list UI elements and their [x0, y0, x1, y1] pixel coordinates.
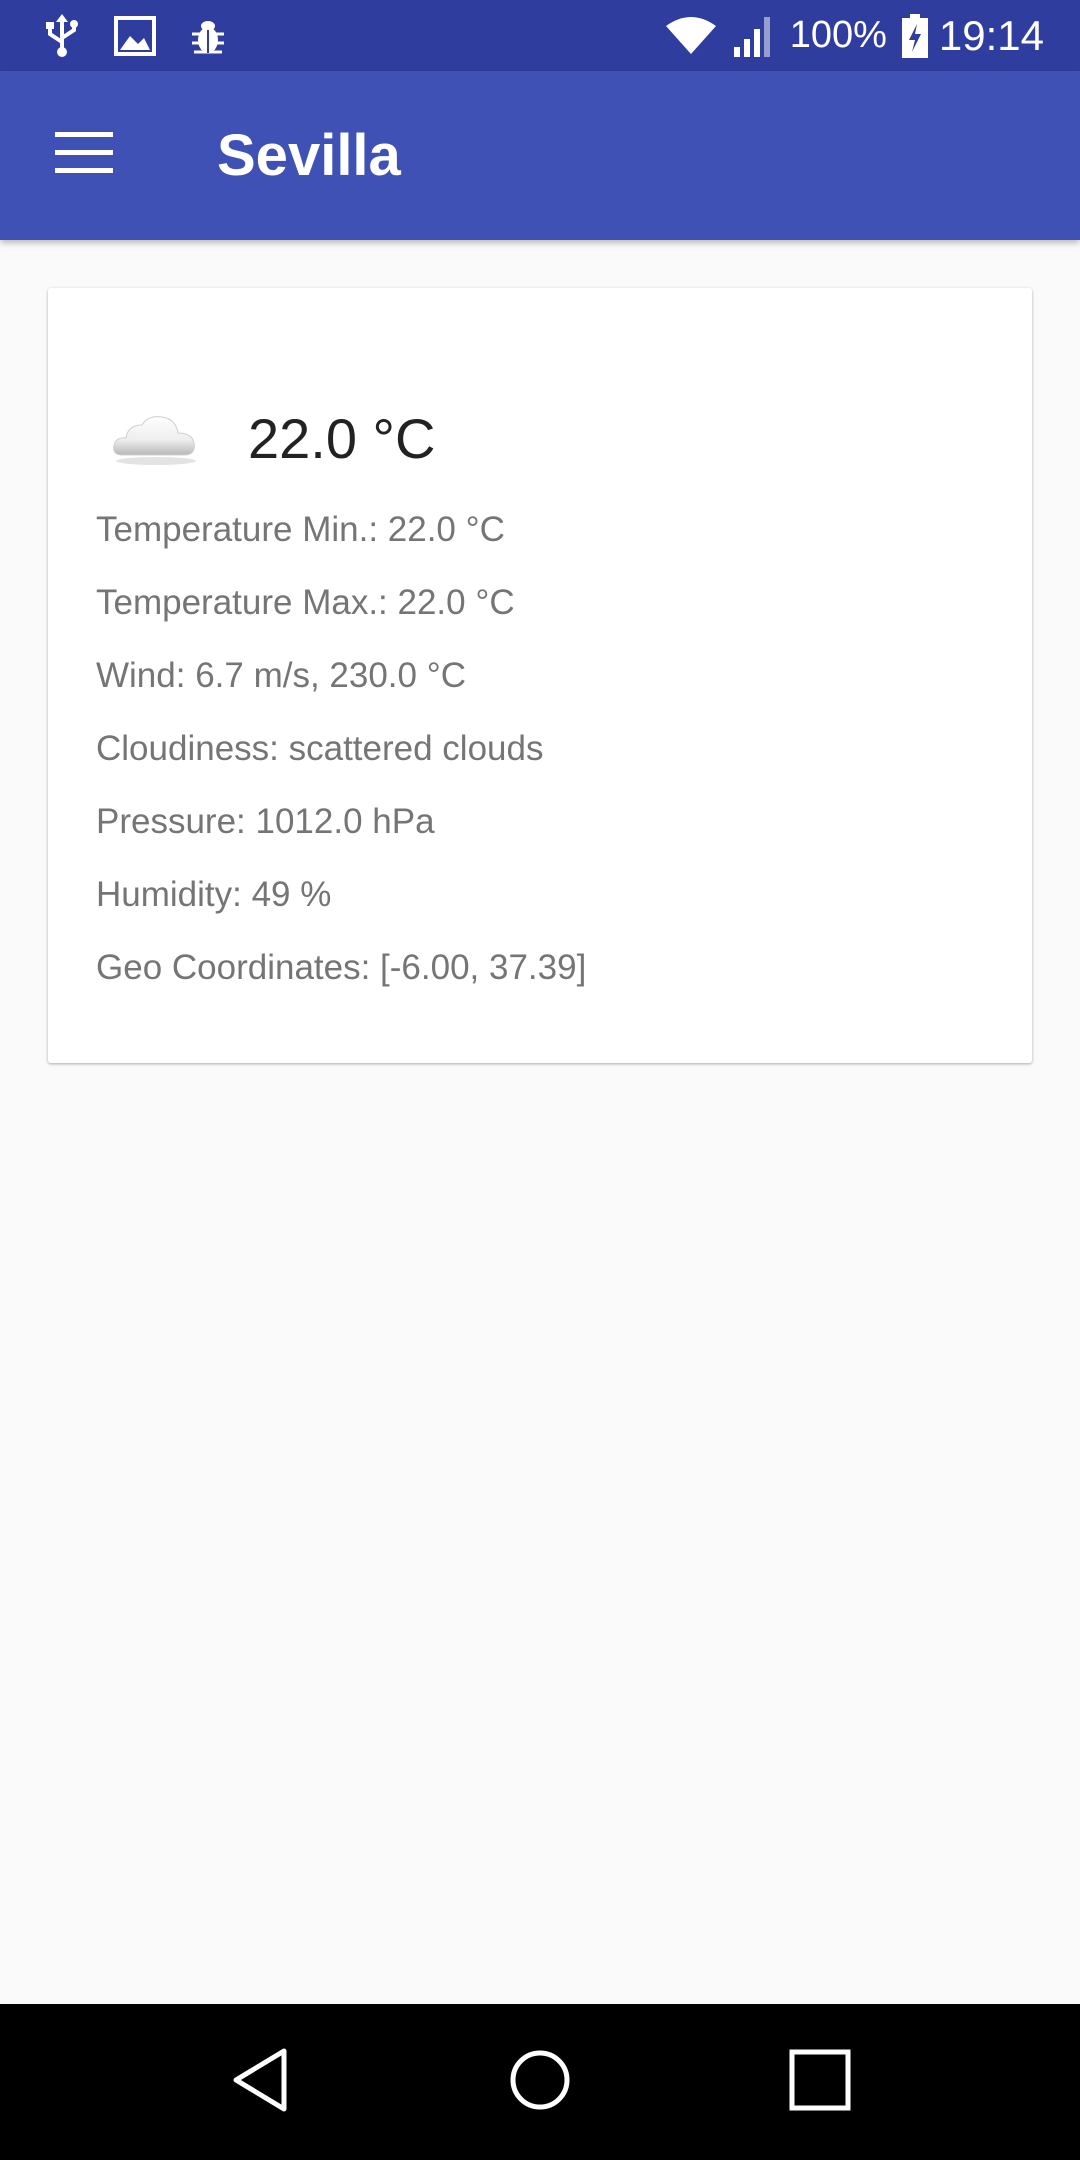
- weather-summary: 22.0 °C: [108, 378, 435, 498]
- home-icon: [508, 2048, 572, 2117]
- geo-coordinates: Geo Coordinates: [-6.00, 37.39]: [96, 948, 587, 987]
- page-title: Sevilla: [217, 123, 401, 188]
- wifi-icon: [664, 16, 718, 56]
- bug-icon: [190, 16, 226, 56]
- battery-charging-icon: [901, 13, 929, 58]
- humidity: Humidity: 49 %: [96, 875, 332, 914]
- clock: 19:14: [938, 11, 1044, 59]
- pressure: Pressure: 1012.0 hPa: [96, 802, 435, 841]
- status-system-icons: 100% 19:14: [650, 12, 1044, 60]
- current-temperature: 22.0 °C: [248, 406, 436, 470]
- usb-icon: [44, 13, 80, 58]
- cloud-icon: [108, 403, 204, 473]
- menu-button[interactable]: [0, 71, 170, 240]
- cloudiness: Cloudiness: scattered clouds: [96, 729, 544, 768]
- back-icon: [230, 2047, 290, 2118]
- temperature-min: Temperature Min.: 22.0 °C: [96, 510, 505, 549]
- recents-icon: [789, 2049, 851, 2116]
- app-bar: Sevilla: [0, 71, 1080, 240]
- recents-button[interactable]: [760, 2022, 880, 2142]
- navigation-bar: [0, 2004, 1080, 2160]
- battery-percent: 100%: [789, 14, 887, 56]
- hamburger-menu-icon: [55, 132, 113, 179]
- back-button[interactable]: [200, 2022, 320, 2142]
- signal-icon: [732, 15, 776, 57]
- weather-card: 22.0 °C Temperature Min.: 22.0 °C Temper…: [48, 288, 1032, 1063]
- wind: Wind: 6.7 m/s, 230.0 °C: [96, 656, 466, 695]
- status-notification-icons: [44, 13, 260, 58]
- image-icon: [114, 15, 156, 56]
- status-bar: 100% 19:14: [0, 0, 1080, 71]
- temperature-max: Temperature Max.: 22.0 °C: [96, 583, 515, 622]
- home-button[interactable]: [480, 2022, 600, 2142]
